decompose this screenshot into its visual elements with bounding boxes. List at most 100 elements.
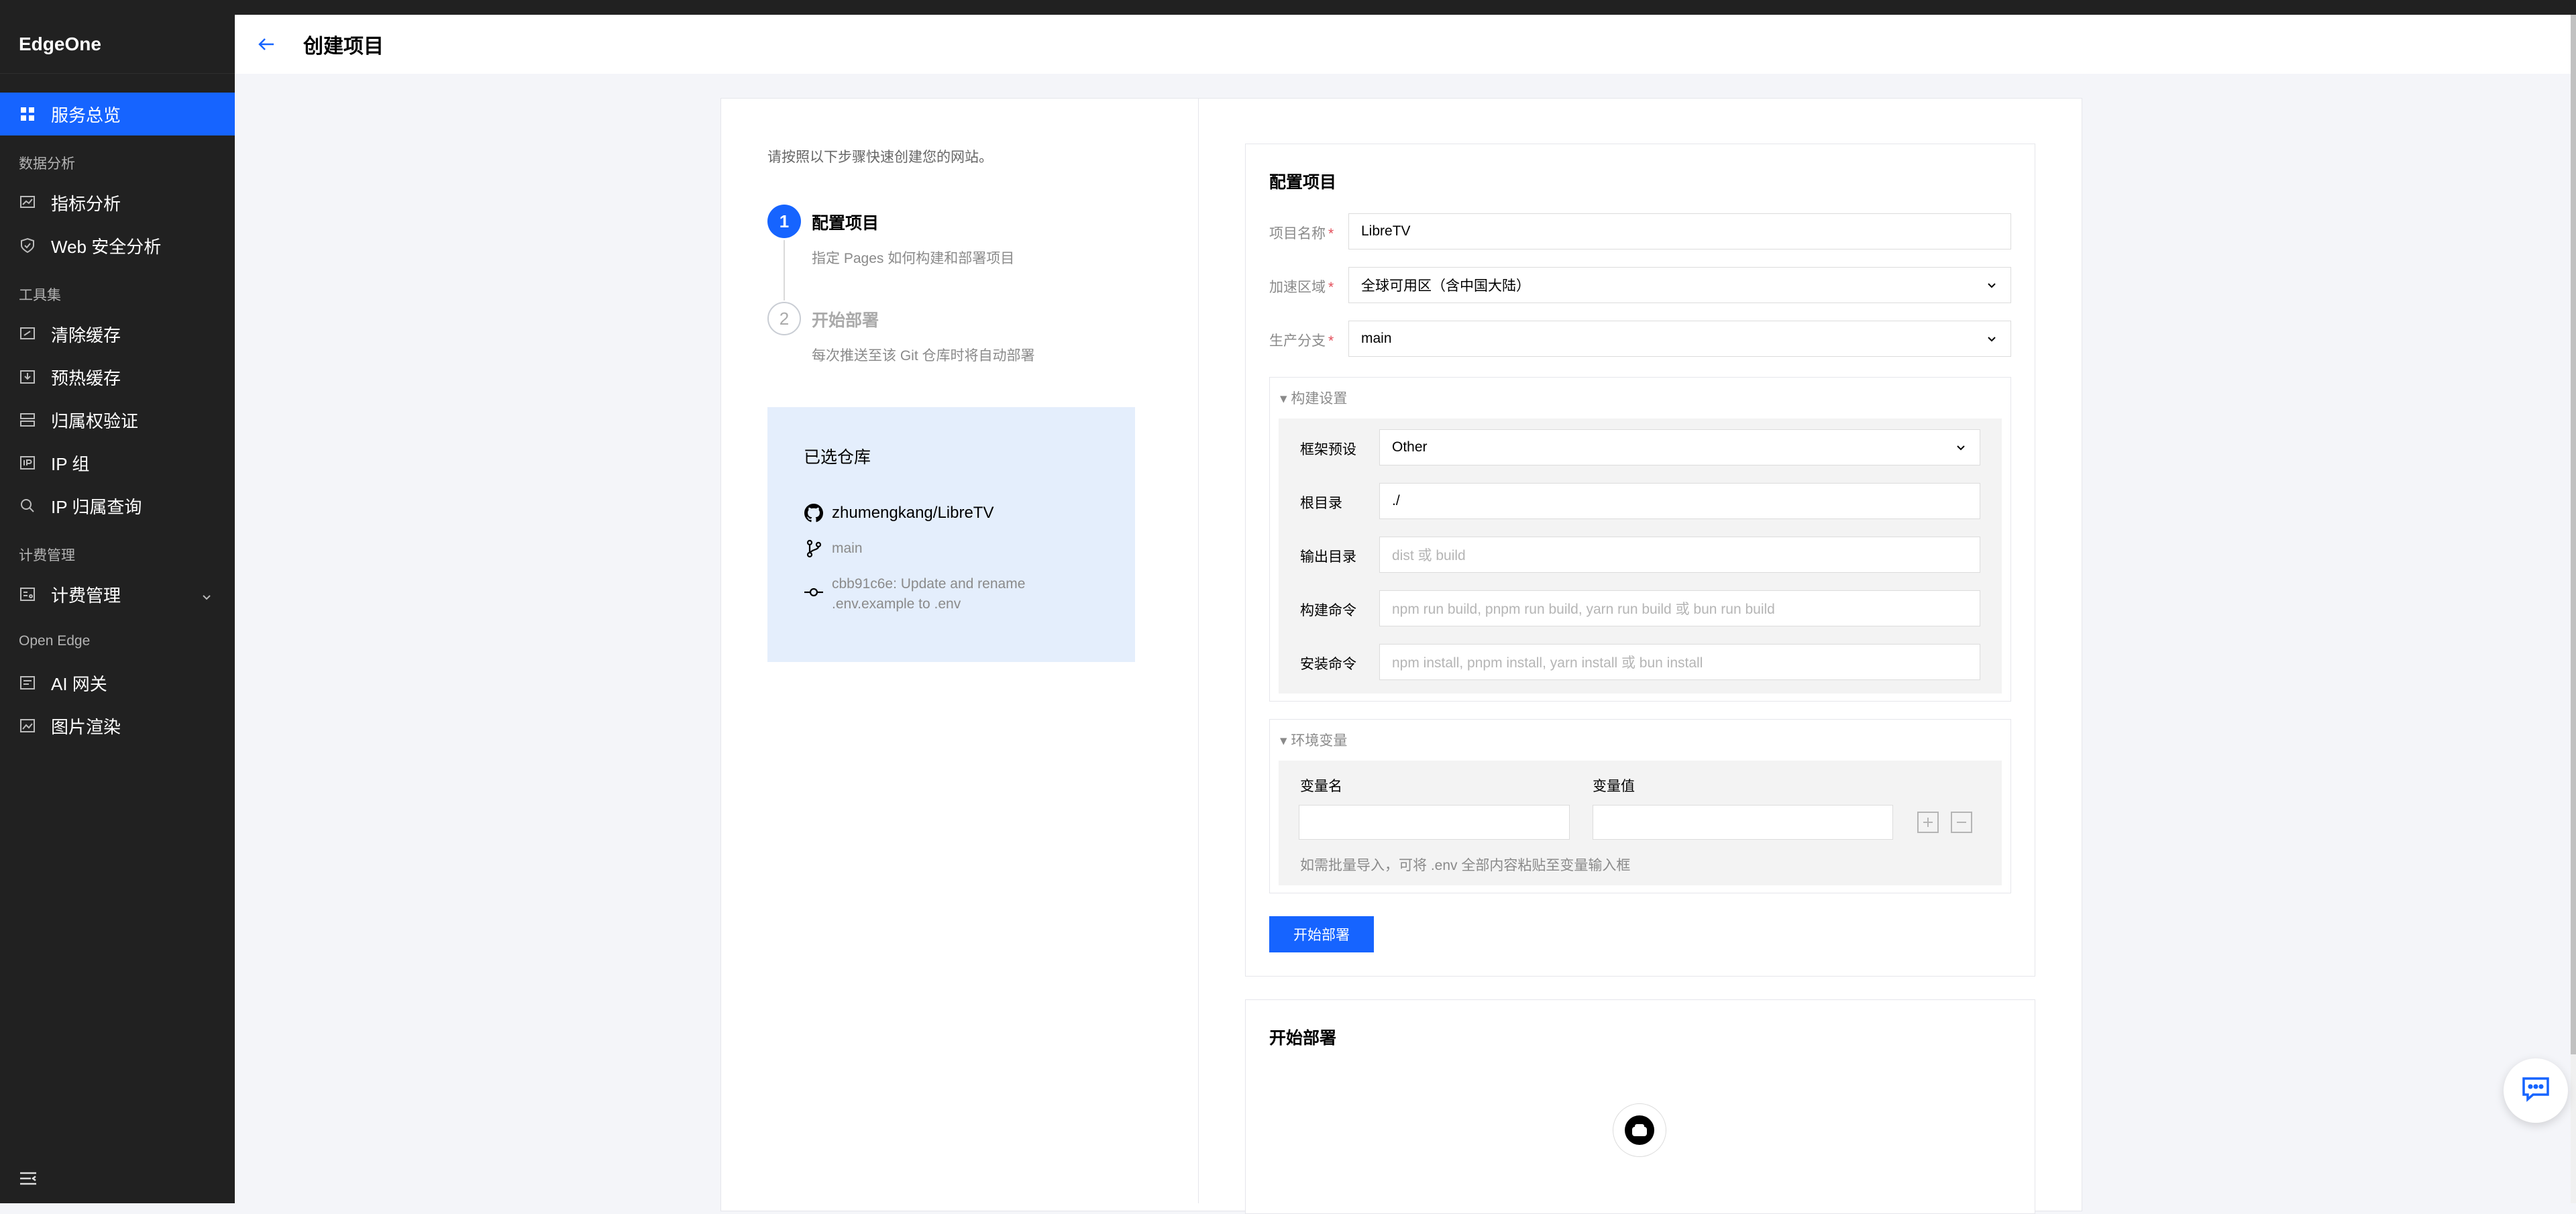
add-env-var-button[interactable]: [1917, 812, 1939, 833]
card-divider: [1198, 98, 1199, 1203]
sidebar-item-label: 计费管理: [51, 585, 121, 606]
step-2-indicator: 2: [767, 302, 801, 335]
chat-bubble-icon: [2521, 1076, 2551, 1106]
project-name-input[interactable]: LibreTV: [1348, 213, 2011, 250]
brand-logo: EdgeOne: [0, 15, 235, 74]
group-label-billing: 计费管理: [19, 548, 75, 563]
step-2-title: 开始部署: [812, 311, 879, 330]
repo-commit-message: cbb91c6e: Update and rename .env.example…: [832, 574, 1025, 614]
commit-line-1: cbb91c6e: Update and rename: [832, 576, 1026, 592]
sidebar-item-label: 服务总览: [51, 105, 121, 125]
sidebar-item-web-security[interactable]: Web 安全分析: [0, 224, 235, 267]
chevron-down-icon: [1985, 332, 1998, 349]
group-label-tools: 工具集: [19, 288, 61, 303]
sidebar-item-ip-lookup[interactable]: IP 归属查询: [0, 484, 235, 527]
repo-commit-row: cbb91c6e: Update and rename .env.example…: [804, 574, 1025, 614]
region-select[interactable]: 全球可用区（含中国大陆）: [1348, 267, 2011, 303]
git-commit-icon: [804, 582, 824, 602]
sidebar-item-label: IP 组: [51, 453, 90, 474]
install-command-label: 安装命令: [1300, 657, 1356, 672]
branch-select[interactable]: main: [1348, 321, 2011, 357]
env-name-label: 变量名: [1300, 779, 1342, 794]
region-label: 加速区域 *: [1269, 280, 1334, 295]
sidebar-item-label: IP 归属查询: [51, 496, 142, 517]
sidebar-item-billing[interactable]: 计费管理: [0, 573, 235, 616]
sidebar-item-metrics[interactable]: 指标分析: [0, 181, 235, 224]
install-command-input[interactable]: npm install, pnpm install, yarn install …: [1379, 644, 1980, 680]
env-name-input[interactable]: [1299, 805, 1570, 840]
sidebar-item-image-render[interactable]: 图片渲染: [0, 704, 235, 747]
repo-branch-row: main: [804, 539, 863, 559]
list-icon: [19, 411, 36, 429]
step-connector: [784, 240, 785, 300]
framework-select[interactable]: Other: [1379, 429, 1980, 465]
group-label-open-edge: Open Edge: [19, 633, 91, 649]
branch-label: 生产分支 *: [1269, 333, 1334, 349]
sidebar-item-label: 指标分析: [51, 193, 121, 214]
env-value-input[interactable]: [1593, 805, 1893, 840]
sidebar-item-label: 归属权验证: [51, 410, 139, 431]
chevron-down-icon: [1954, 441, 1968, 458]
repo-name-row: zhumengkang/LibreTV: [804, 503, 994, 523]
chevron-down-icon: [1985, 278, 1998, 296]
build-command-input[interactable]: npm run build, pnpm run build, yarn run …: [1379, 590, 1980, 626]
project-name-label: 项目名称 *: [1269, 226, 1334, 241]
sidebar-item-label: 图片渲染: [51, 716, 121, 737]
sidebar-item-label: 清除缓存: [51, 325, 121, 345]
intro-text: 请按照以下步骤快速创建您的网站。: [767, 150, 993, 165]
sidebar-item-ai-gateway[interactable]: AI 网关: [0, 661, 235, 704]
page-header: 创建项目: [235, 15, 2571, 74]
step-1-indicator: 1: [767, 205, 801, 238]
shield-icon: [19, 237, 36, 254]
ip-icon: [19, 454, 36, 472]
git-branch-icon: [804, 539, 824, 559]
sidebar-item-ownership[interactable]: 归属权验证: [0, 398, 235, 441]
gateway-icon: [19, 674, 36, 692]
root-dir-label: 根目录: [1300, 496, 1342, 511]
output-dir-label: 输出目录: [1300, 549, 1356, 565]
sidebar-item-label: AI 网关: [51, 673, 107, 694]
step-2-desc: 每次推送至该 Git 仓库时将自动部署: [812, 348, 1035, 364]
form-title: 配置项目: [1269, 173, 1337, 192]
sidebar-item-label: Web 安全分析: [51, 236, 162, 257]
github-icon: [804, 503, 824, 523]
env-value-label: 变量值: [1593, 779, 1635, 794]
build-settings-toggle[interactable]: ▾ 构建设置: [1280, 388, 1347, 408]
chat-support-button[interactable]: [2504, 1058, 2568, 1123]
billing-icon: [19, 586, 36, 603]
back-arrow-icon[interactable]: [256, 34, 276, 54]
top-strip: [0, 0, 2576, 15]
sidebar-item-label: 预热缓存: [51, 368, 121, 388]
repo-name: zhumengkang/LibreTV: [832, 504, 994, 522]
deploy-status-icon: [1613, 1103, 1666, 1157]
sidebar-item-overview[interactable]: 服务总览: [0, 93, 235, 135]
dashboard-icon: [19, 105, 36, 123]
chart-icon: [19, 194, 36, 211]
deploy-title: 开始部署: [1269, 1029, 1337, 1048]
download-box-icon: [19, 368, 36, 386]
sidebar: EdgeOne 服务总览 数据分析 指标分析 Web 安全分析 工具集 清除缓存…: [0, 15, 235, 1203]
env-vars-toggle[interactable]: ▾ 环境变量: [1280, 730, 1347, 750]
output-dir-input[interactable]: dist 或 build: [1379, 537, 1980, 573]
group-label-analytics: 数据分析: [19, 156, 75, 172]
sidebar-item-prefetch-cache[interactable]: 预热缓存: [0, 355, 235, 398]
image-icon: [19, 717, 36, 734]
search-icon: [19, 497, 36, 514]
root-dir-input[interactable]: ./: [1379, 483, 1980, 519]
commit-line-2: .env.example to .env: [832, 596, 961, 612]
chevron-down-icon[interactable]: [200, 588, 213, 608]
step-1-desc: 指定 Pages 如何构建和部署项目: [812, 251, 1015, 266]
purge-icon: [19, 325, 36, 343]
env-hint: 如需批量导入，可将 .env 全部内容粘贴至变量输入框: [1300, 858, 1631, 873]
remove-env-var-button[interactable]: [1951, 812, 1972, 833]
selected-repo-title: 已选仓库: [804, 448, 871, 467]
repo-branch: main: [832, 541, 863, 556]
sidebar-item-purge-cache[interactable]: 清除缓存: [0, 313, 235, 355]
step-1-title: 配置项目: [812, 214, 879, 233]
start-deploy-button[interactable]: 开始部署: [1269, 916, 1374, 952]
build-command-label: 构建命令: [1300, 603, 1356, 618]
collapse-menu-icon[interactable]: [19, 1170, 38, 1190]
framework-label: 框架预设: [1300, 442, 1356, 457]
sidebar-item-ip-group[interactable]: IP 组: [0, 441, 235, 484]
scrollbar-thumb[interactable]: [2571, 15, 2576, 1054]
